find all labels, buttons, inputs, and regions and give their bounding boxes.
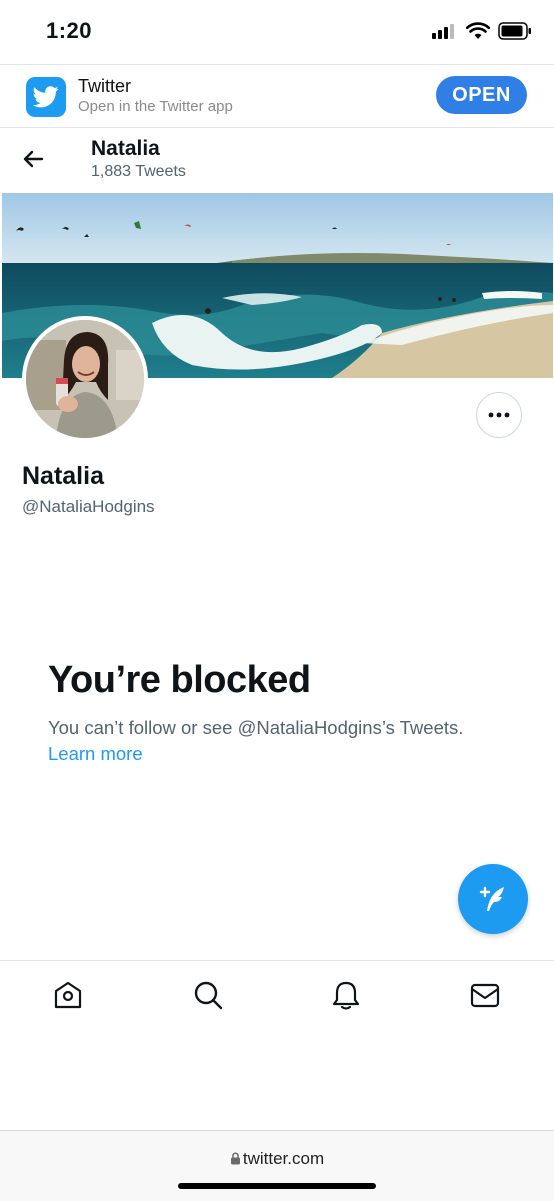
battery-icon: [498, 22, 531, 40]
more-options-button[interactable]: [476, 392, 522, 438]
learn-more-link[interactable]: Learn more: [48, 743, 143, 765]
url-display[interactable]: twitter.com: [0, 1149, 554, 1169]
open-app-button[interactable]: OPEN: [436, 76, 527, 114]
back-arrow-icon[interactable]: [20, 145, 48, 173]
status-icons: [432, 22, 532, 40]
profile-avatar[interactable]: [22, 316, 148, 442]
notifications-icon[interactable]: [330, 979, 362, 1011]
home-indicator[interactable]: [178, 1183, 376, 1189]
app-subtitle: Open in the Twitter app: [78, 98, 233, 115]
cellular-signal-icon: [432, 24, 454, 39]
profile-display-name: Natalia: [22, 462, 104, 490]
status-time: 1:20: [46, 18, 93, 43]
twitter-app-icon: [26, 77, 66, 117]
header-title: Natalia: [91, 137, 160, 160]
bottom-navigation: [0, 960, 554, 1031]
compose-tweet-icon: [479, 886, 504, 911]
header-tweet-count: 1,883 Tweets: [91, 163, 186, 180]
blocked-message: You can’t follow or see @NataliaHodgins’…: [48, 717, 464, 738]
blocked-title: You’re blocked: [48, 659, 311, 701]
more-options-icon: [488, 412, 510, 418]
messages-icon[interactable]: [469, 979, 501, 1011]
profile-handle: @NataliaHodgins: [22, 497, 155, 516]
lock-icon: [230, 1152, 240, 1165]
twitter-bird-icon: [33, 86, 59, 108]
compose-tweet-button[interactable]: [458, 864, 528, 934]
url-text: twitter.com: [242, 1149, 325, 1168]
wifi-icon: [466, 22, 490, 39]
search-icon[interactable]: [192, 979, 224, 1011]
app-name: Twitter: [78, 76, 132, 96]
app-install-banner[interactable]: Twitter Open in the Twitter app OPEN: [0, 64, 554, 128]
browser-address-bar[interactable]: twitter.com: [0, 1130, 554, 1201]
home-icon[interactable]: [52, 979, 84, 1011]
